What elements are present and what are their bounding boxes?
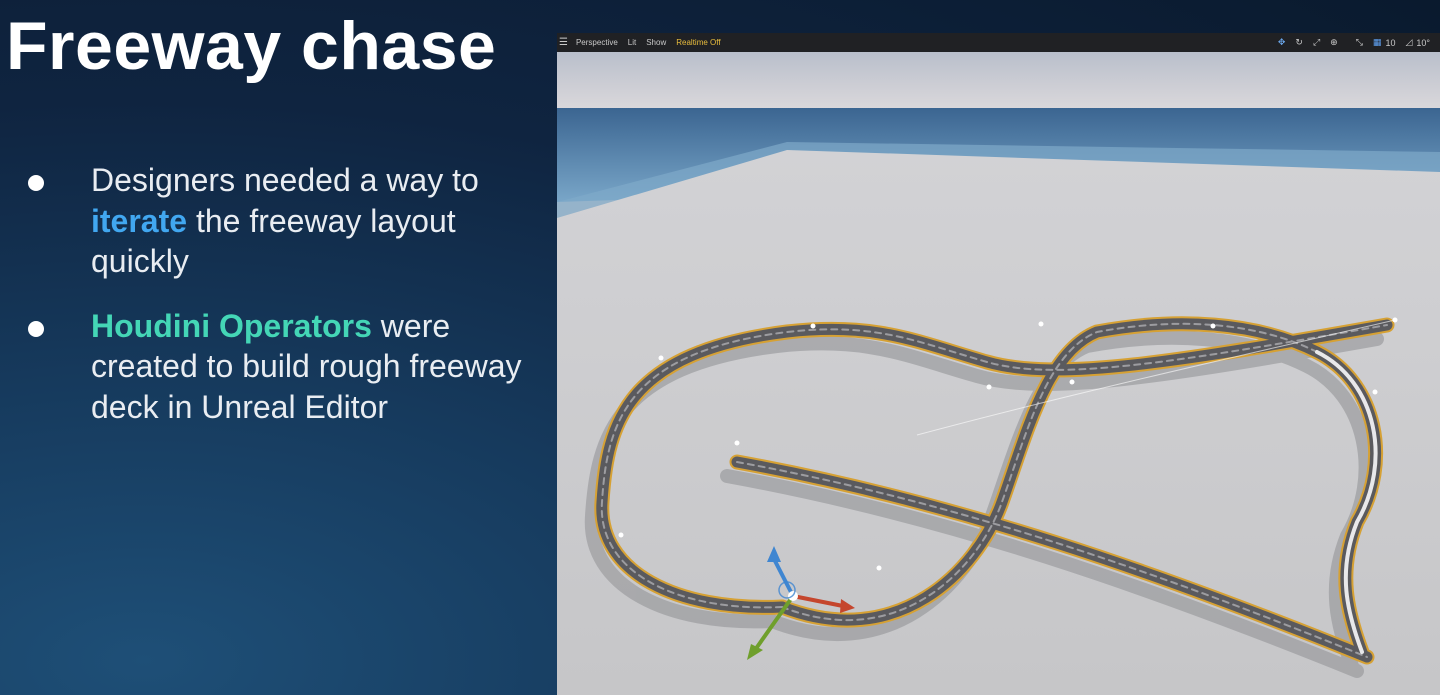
bullet-highlight-iterate: iterate [91,202,188,239]
bullet-dot-icon [28,320,44,337]
translate-tool-icon[interactable]: ✥ [1278,37,1286,48]
bullet-item: Houdini Operators were created to build … [28,306,528,428]
grid-snap-value[interactable]: 10 [1385,38,1395,48]
slide-title: Freeway chase [6,8,497,84]
rotation-snap-icon[interactable]: ◿ [1405,37,1412,48]
bullet-highlight-houdini-operators: Houdini Operators [91,307,372,344]
view-mode-button[interactable]: Perspective [576,38,618,47]
world-space-icon[interactable]: ⊕ [1330,37,1338,48]
hamburger-menu-icon[interactable]: ☰ [559,37,568,48]
grid-snap-icon[interactable]: ▦ [1373,37,1382,48]
bullet-item: Designers needed a way to iterate the fr… [28,160,528,282]
show-menu-button[interactable]: Show [646,38,666,47]
surface-snap-icon[interactable]: ⤡ [1356,37,1363,48]
bullet-text-pre: Designers needed a way to [91,162,479,198]
viewport-tools: ✥ ↻ ⤢ ⊕ ⤡ ▦ 10 ◿ 10° [1278,33,1440,52]
bullet-dot-icon [28,175,44,191]
scale-tool-icon[interactable]: ⤢ [1313,37,1320,48]
editor-viewport[interactable]: ☰ Perspective Lit Show Realtime Off ✥ ↻ … [557,33,1440,695]
sky [557,52,1440,112]
bullet-list: Designers needed a way to iterate the fr… [28,160,528,451]
rotation-snap-value[interactable]: 10° [1416,38,1430,48]
lighting-mode-button[interactable]: Lit [628,38,636,47]
scene-render[interactable] [557,52,1440,695]
viewport-toolbar: ☰ Perspective Lit Show Realtime Off ✥ ↻ … [557,33,1440,53]
realtime-toggle[interactable]: Realtime Off [676,38,720,47]
rotate-tool-icon[interactable]: ↻ [1295,37,1303,48]
